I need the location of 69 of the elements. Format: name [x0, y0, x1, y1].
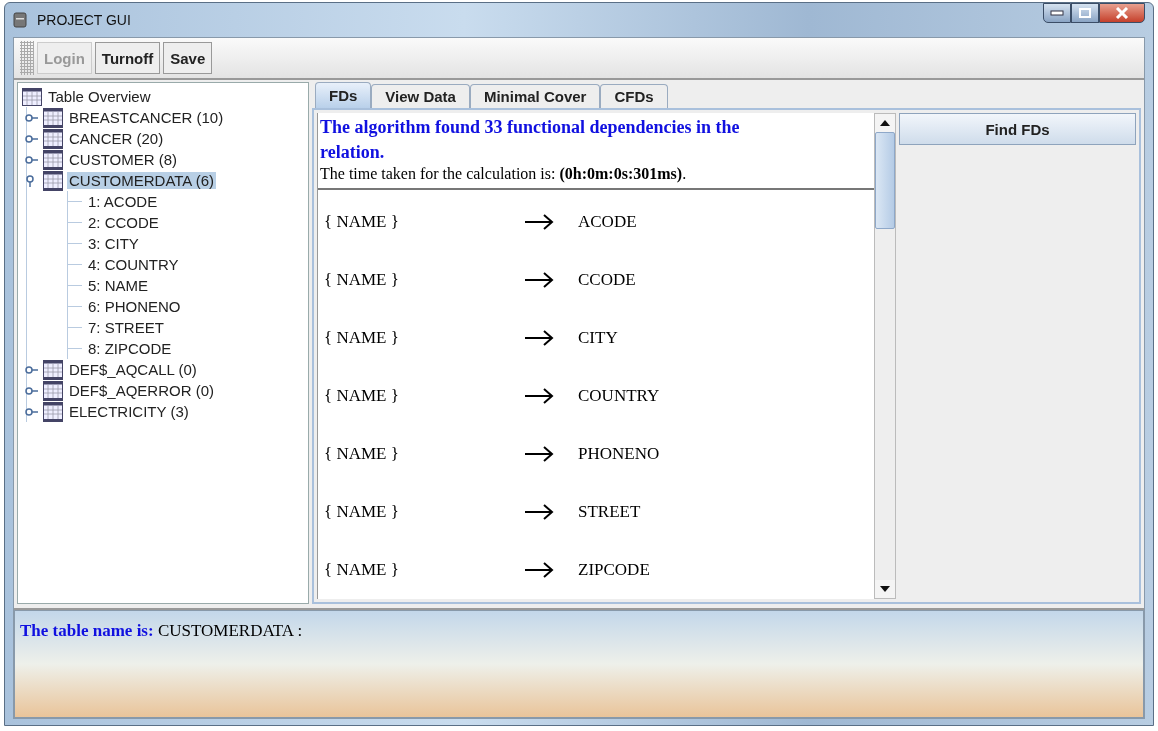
dependency-rhs: STREET [578, 502, 641, 522]
arrow-icon [524, 446, 554, 462]
table-icon [43, 359, 63, 380]
scroll-down-icon[interactable] [880, 586, 890, 592]
find-fds-button[interactable]: Find FDs [899, 113, 1136, 145]
tree-item[interactable]: BREASTCANCER (10) [67, 109, 226, 126]
tab[interactable]: FDs [315, 82, 372, 108]
dependency-lhs: { NAME } [324, 502, 400, 522]
dependency-lhs: { NAME } [324, 270, 400, 290]
close-button[interactable] [1099, 3, 1145, 23]
arrow-icon [524, 272, 554, 288]
dependency-rhs: CITY [578, 328, 618, 348]
time-note: The time taken for the calculation is: (0h:0m:0s:301ms). [320, 165, 688, 183]
tree-item[interactable]: DEF$_AQCALL (0) [67, 361, 199, 378]
tab[interactable]: Minimal Cover [469, 84, 601, 108]
status-value: CUSTOMERDATA : [157, 621, 303, 640]
tree-item[interactable]: ELECTRICITY (3) [67, 403, 191, 420]
tree-item[interactable]: 5: NAME [86, 277, 150, 294]
dependency-rhs: COUNTRY [578, 386, 660, 406]
tree-item[interactable]: 4: COUNTRY [86, 256, 181, 273]
tree-item[interactable]: CUSTOMER (8) [67, 151, 180, 168]
minimize-icon [1050, 10, 1064, 16]
arrow-icon [524, 214, 554, 230]
arrow-icon [524, 330, 554, 346]
dependency-lhs: { NAME } [324, 212, 400, 232]
scroll-up-icon[interactable] [880, 120, 890, 126]
table-icon [43, 170, 63, 191]
dependency-rhs: ZIPCODE [578, 560, 650, 580]
tree-item[interactable]: Table Overview [46, 88, 153, 105]
tab[interactable]: CFDs [600, 84, 668, 108]
dependency-rhs: PHONENO [578, 444, 660, 464]
arrow-icon [524, 504, 554, 520]
maximize-button[interactable] [1071, 3, 1099, 23]
toolbar-button[interactable]: Turnoff [94, 42, 161, 74]
app-icon [13, 12, 27, 28]
tree-item[interactable]: 3: CITY [86, 235, 141, 252]
table-icon [43, 380, 63, 401]
tree-item[interactable]: 8: ZIPCODE [86, 340, 174, 357]
arrow-icon [524, 388, 554, 404]
dependency-rhs: CCODE [578, 270, 636, 290]
arrow-icon [524, 562, 554, 578]
tree-item[interactable]: CANCER (20) [67, 130, 166, 147]
table-icon [43, 149, 63, 170]
maximize-icon [1078, 7, 1092, 19]
close-icon [1115, 7, 1129, 19]
tree-item[interactable]: 2: CCODE [86, 214, 161, 231]
tree-item[interactable]: DEF$_AQERROR (0) [67, 382, 217, 399]
table-icon [43, 107, 63, 128]
grip-handle[interactable] [20, 41, 34, 75]
scrollbar[interactable] [874, 113, 896, 599]
status-label: The table name is: [20, 621, 154, 640]
dependency-lhs: { NAME } [324, 560, 400, 580]
result-heading: The algorithm found 33 functional dependencies in the relation. [320, 116, 741, 164]
dependency-lhs: { NAME } [324, 328, 400, 348]
minimize-button[interactable] [1043, 3, 1071, 23]
table-icon [43, 401, 63, 422]
dependency-rhs: ACODE [578, 212, 637, 232]
toolbar-button[interactable]: Save [163, 42, 213, 74]
tab[interactable]: View Data [371, 84, 470, 108]
tree-item[interactable]: 1: ACODE [86, 193, 160, 210]
tree-item[interactable]: 6: PHONENO [86, 298, 183, 315]
tree-item[interactable]: CUSTOMERDATA (6) [67, 172, 216, 189]
dependency-lhs: { NAME } [324, 444, 400, 464]
table-icon [22, 87, 42, 106]
window-title: PROJECT GUI [37, 12, 131, 28]
table-icon [43, 128, 63, 149]
dependency-lhs: { NAME } [324, 386, 400, 406]
scroll-thumb[interactable] [875, 132, 895, 229]
tree-item[interactable]: 7: STREET [86, 319, 166, 336]
